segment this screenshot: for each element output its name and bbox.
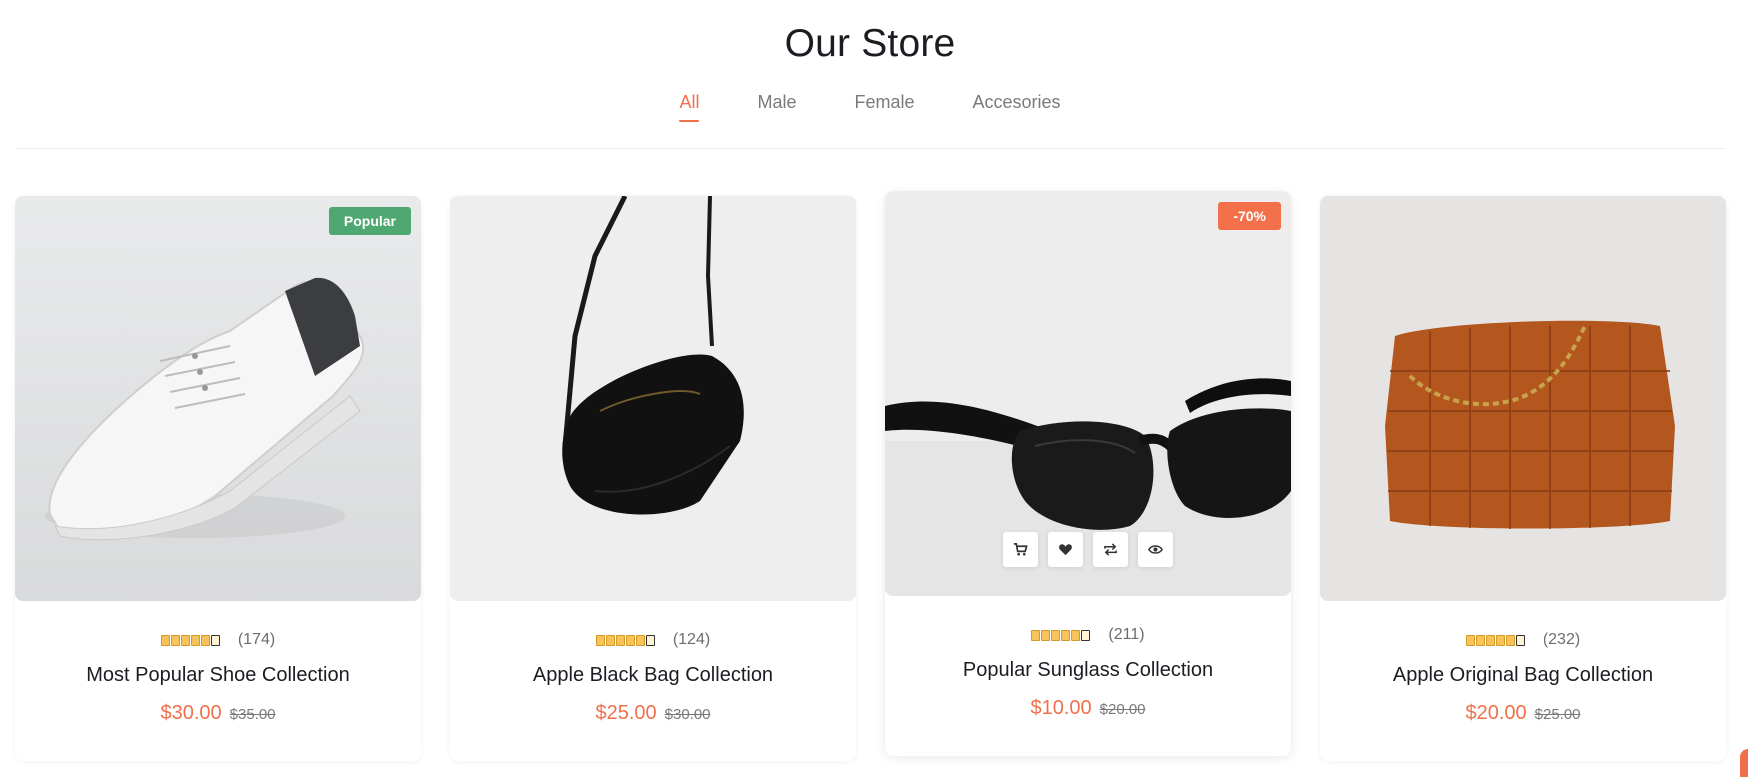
review-count: (174) xyxy=(237,631,276,648)
discount-badge: -70% xyxy=(1218,202,1281,230)
review-count: (124) xyxy=(672,631,711,648)
review-count: (232) xyxy=(1542,631,1581,648)
current-price: $25.00 xyxy=(595,702,657,724)
white-sneaker-image xyxy=(15,196,421,601)
product-card[interactable]: Popular (174) Most Popular Shoe Collecti… xyxy=(15,196,421,761)
old-price: $20.00 xyxy=(1099,701,1146,718)
current-price: $10.00 xyxy=(1030,697,1092,719)
tab-all[interactable]: All xyxy=(650,92,728,122)
eye-icon xyxy=(1148,545,1163,554)
product-card[interactable]: (232) Apple Original Bag Collection $20.… xyxy=(1320,196,1726,761)
product-card[interactable]: (124) Apple Black Bag Collection $25.00 … xyxy=(450,196,856,761)
old-price: $30.00 xyxy=(664,706,711,723)
heart-icon xyxy=(1059,544,1072,556)
rating: (232) xyxy=(1320,631,1726,649)
current-price: $20.00 xyxy=(1465,702,1527,724)
tab-accesories[interactable]: Accesories xyxy=(944,92,1090,122)
price-block: $30.00 $35.00 xyxy=(15,702,421,725)
tab-male[interactable]: Male xyxy=(728,92,825,122)
product-name[interactable]: Most Popular Shoe Collection xyxy=(15,664,421,687)
product-name[interactable]: Popular Sunglass Collection xyxy=(885,659,1291,682)
quick-actions xyxy=(885,532,1291,567)
review-count: (211) xyxy=(1108,626,1145,643)
rating: (174) xyxy=(15,631,421,649)
wishlist-button[interactable] xyxy=(1048,532,1083,567)
black-crossbody-bag-image xyxy=(450,196,856,601)
product-name[interactable]: Apple Black Bag Collection xyxy=(450,664,856,687)
old-price: $35.00 xyxy=(229,706,276,723)
brown-woven-bag-image xyxy=(1320,196,1726,601)
page-title: Our Store xyxy=(784,22,956,65)
old-price: $25.00 xyxy=(1534,706,1581,723)
cart-icon xyxy=(1013,543,1028,556)
product-image[interactable]: -70% xyxy=(885,191,1291,596)
product-image[interactable] xyxy=(450,196,856,601)
star-rating-icon xyxy=(595,634,655,646)
product-image[interactable]: Popular xyxy=(15,196,421,601)
product-image[interactable] xyxy=(1320,196,1726,601)
rating: (124) xyxy=(450,631,856,649)
star-rating-icon xyxy=(160,634,220,646)
quick-view-button[interactable] xyxy=(1138,532,1173,567)
popular-badge: Popular xyxy=(328,207,411,235)
add-to-cart-button[interactable] xyxy=(1003,532,1038,567)
scroll-to-top-button[interactable] xyxy=(1740,749,1748,777)
price-block: $25.00 $30.00 xyxy=(450,702,856,725)
category-tabs: All Male Female Accesories xyxy=(0,92,1740,122)
compare-icon xyxy=(1104,543,1117,556)
price-block: $20.00 $25.00 xyxy=(1320,702,1726,725)
rating: (211) xyxy=(885,626,1291,644)
product-card[interactable]: -70% (211) Popular Sunglass Collection $… xyxy=(885,191,1291,756)
star-rating-icon xyxy=(1031,629,1091,641)
price-block: $10.00 $20.00 xyxy=(885,697,1291,720)
star-rating-icon xyxy=(1465,634,1525,646)
product-grid: Popular (174) Most Popular Shoe Collecti… xyxy=(15,191,1728,766)
product-name[interactable]: Apple Original Bag Collection xyxy=(1320,664,1726,687)
compare-button[interactable] xyxy=(1093,532,1128,567)
section-divider xyxy=(15,148,1725,149)
tab-female[interactable]: Female xyxy=(825,92,943,122)
current-price: $30.00 xyxy=(160,702,222,724)
